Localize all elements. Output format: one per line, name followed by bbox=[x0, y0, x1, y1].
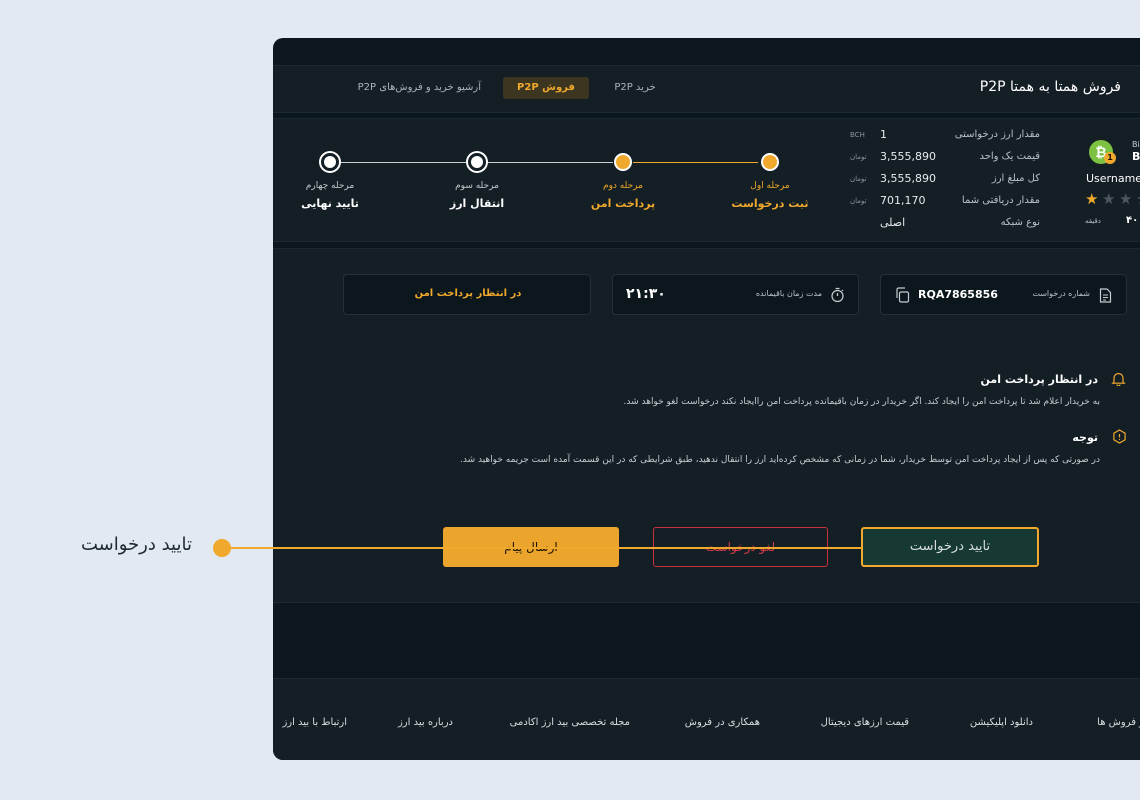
footer-link[interactable]: همکاری در فروش bbox=[685, 717, 760, 728]
tab-sell-p2p[interactable]: فروش P2P bbox=[503, 77, 589, 99]
footer-link[interactable]: دانلود اپلیکیشن bbox=[970, 717, 1033, 728]
document-icon bbox=[1099, 288, 1112, 307]
response-time-unit: دقیقه bbox=[1085, 217, 1101, 225]
footer-link[interactable]: درباره بید ارز bbox=[398, 717, 453, 728]
star-empty-icon: ★ bbox=[1102, 190, 1116, 208]
footer-link[interactable]: مجله تخصصی بید ارز اکادمی bbox=[510, 717, 630, 728]
request-number-card: شماره درخواست RQA7865856 bbox=[880, 274, 1127, 315]
response-time-value: ۴۰ bbox=[1126, 215, 1139, 226]
footer: و فروش ها دانلود اپلیکیشن قیمت ارزهای دی… bbox=[273, 678, 1140, 760]
bell-icon bbox=[1111, 371, 1126, 390]
step-3-title: انتقال ارز bbox=[449, 197, 505, 210]
detail-label: نوع شبکه bbox=[1000, 217, 1040, 228]
step-connector bbox=[488, 162, 613, 163]
page-header: فروش همتا به همتا P2P خرید P2P فروش P2P … bbox=[273, 65, 1140, 113]
confirm-request-button[interactable]: تایید درخواست bbox=[861, 527, 1039, 567]
tab-p2p-archive[interactable]: آرشیو خرید و فروش‌های P2P bbox=[358, 77, 481, 99]
stopwatch-icon bbox=[830, 287, 845, 307]
remaining-time-value: ۲۱:۳۰ bbox=[626, 286, 666, 302]
request-number-label: شماره درخواست bbox=[1032, 289, 1090, 298]
profile-label-second: B bbox=[1132, 150, 1140, 163]
detail-label: کل مبلغ ارز bbox=[991, 173, 1040, 184]
step-connector bbox=[340, 162, 467, 163]
step-2-indicator bbox=[614, 153, 632, 171]
app-window: فروش همتا به همتا P2P خرید P2P فروش P2P … bbox=[273, 38, 1140, 760]
step-connector bbox=[633, 162, 758, 163]
star-empty-icon: ★ bbox=[1136, 191, 1140, 207]
star-filled-icon: ★ bbox=[1085, 190, 1099, 208]
copy-icon[interactable] bbox=[895, 287, 910, 307]
page-title: فروش همتا به همتا P2P bbox=[979, 79, 1121, 95]
callout-label: تایید درخواست bbox=[81, 534, 192, 555]
avatar[interactable]: ₿ 1 bbox=[1089, 140, 1116, 164]
detail-unit: BCH bbox=[850, 131, 865, 139]
callout-dot bbox=[213, 539, 231, 557]
detail-value: 1 bbox=[880, 128, 887, 141]
remaining-time-card: مدت زمان باقیمانده ۲۱:۳۰ bbox=[612, 274, 859, 315]
detail-unit: تومان bbox=[850, 197, 867, 205]
step-1-title: ثبت درخواست bbox=[731, 197, 809, 210]
detail-value: اصلی bbox=[880, 216, 906, 229]
notice-text: به خریدار اعلام شد تا پرداخت امن را ایجا… bbox=[623, 397, 1101, 407]
username[interactable]: Username bbox=[1086, 172, 1140, 185]
step-4-title: تایید نهایی bbox=[301, 197, 359, 210]
step-3-indicator bbox=[468, 153, 486, 171]
footer-link[interactable]: ارتباط با بید ارز bbox=[282, 717, 347, 728]
step-2-title: پرداخت امن bbox=[590, 197, 656, 210]
detail-value: 3,555,890 bbox=[880, 150, 936, 163]
profile-label-top: Bi bbox=[1132, 140, 1140, 149]
detail-label: مقدار ارز درخواستی bbox=[954, 129, 1040, 140]
detail-label: قیمت یک واحد bbox=[979, 151, 1040, 162]
step-1-sub: مرحله اول bbox=[750, 181, 790, 191]
step-1-indicator bbox=[761, 153, 779, 171]
order-main-panel: شماره درخواست RQA7865856 مدت زمان باقیما… bbox=[273, 248, 1140, 603]
notice-title: توجه bbox=[1072, 431, 1098, 444]
step-4-sub: مرحله چهارم bbox=[305, 181, 355, 191]
notice-title: در انتظار پرداخت امن bbox=[980, 373, 1098, 386]
rating-stars: ★ ★ ★ ★ bbox=[1085, 191, 1140, 207]
status-text: در انتظار پرداخت امن bbox=[414, 288, 522, 299]
footer-link[interactable]: و فروش ها bbox=[1097, 717, 1140, 728]
tab-buy-p2p[interactable]: خرید P2P bbox=[603, 77, 667, 99]
detail-label: مقدار دریافتی شما bbox=[961, 195, 1040, 206]
remaining-time-label: مدت زمان باقیمانده bbox=[755, 289, 822, 298]
callout-line bbox=[221, 547, 863, 549]
request-number-value: RQA7865856 bbox=[918, 288, 998, 301]
footer-link[interactable]: قیمت ارزهای دیجیتال bbox=[821, 717, 909, 728]
notice-text: در صورتی که پس از ایجاد پرداخت امن توسط … bbox=[460, 455, 1100, 465]
detail-value: 3,555,890 bbox=[880, 172, 936, 185]
avatar-level-badge: 1 bbox=[1104, 152, 1116, 164]
step-2-sub: مرحله دوم bbox=[603, 181, 643, 191]
status-card: در انتظار پرداخت امن bbox=[343, 274, 591, 315]
detail-unit: تومان bbox=[850, 175, 867, 183]
detail-value: 701,170 bbox=[880, 194, 926, 207]
detail-unit: تومان bbox=[850, 153, 867, 161]
order-info-panel: ₿ 1 Bi B Username ★ ★ ★ ★ دقیقه ۴۰ مقدار… bbox=[273, 118, 1140, 242]
step-3-sub: مرحله سوم bbox=[455, 181, 499, 191]
step-4-indicator bbox=[321, 153, 339, 171]
star-empty-icon: ★ bbox=[1119, 190, 1133, 208]
warning-hexagon-icon bbox=[1112, 429, 1127, 448]
